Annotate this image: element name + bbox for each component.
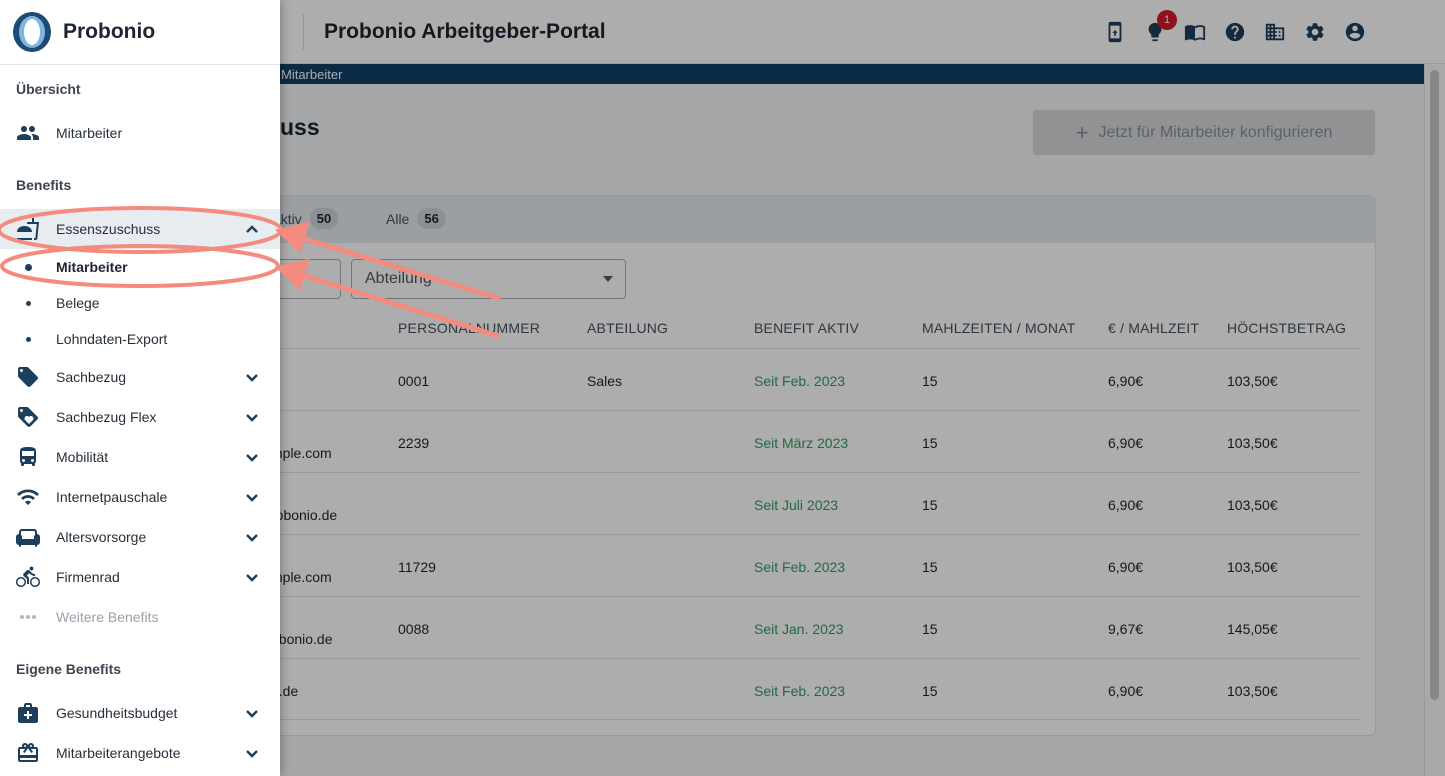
sidebar-item-essenszuschuss[interactable]: Essenszuschuss <box>0 209 280 249</box>
logo-text: Probonio <box>63 20 156 43</box>
probonio-logo <box>13 12 51 52</box>
sidebar-item-altersvorsorge[interactable]: Altersvorsorge <box>0 517 280 557</box>
section-benefits: Benefits <box>16 177 72 193</box>
chevron-up-icon[interactable] <box>242 219 262 239</box>
sidebar-item-label: Internetpauschale <box>56 489 168 505</box>
sidebar-item-sachbezug-flex[interactable]: Sachbezug Flex <box>0 397 280 437</box>
sidebar-item-label: Essenszuschuss <box>56 221 161 237</box>
chevron-down-icon[interactable] <box>242 487 262 507</box>
sidebar-subitem-lohndaten-export[interactable]: Lohndaten-Export <box>0 321 280 357</box>
bike-icon <box>16 565 40 589</box>
gift-card-icon <box>16 741 40 765</box>
sidebar-item-gesundheitsbudget[interactable]: Gesundheitsbudget <box>0 693 280 733</box>
section-overview: Übersicht <box>16 81 81 97</box>
tag-icon <box>16 365 40 389</box>
sidebar-subitem-mitarbeiter[interactable]: Mitarbeiter <box>0 249 280 285</box>
sidebar-item-label: Mitarbeiterangebote <box>56 745 181 761</box>
sidebar-header: Probonio <box>0 0 280 65</box>
sidebar-item-label: Altersvorsorge <box>56 529 147 545</box>
chevron-down-icon[interactable] <box>242 567 262 587</box>
sidebar-drawer: Probonio Übersicht Mitarbeiter Benefits … <box>0 0 280 776</box>
chevron-down-icon[interactable] <box>242 367 262 387</box>
wifi-icon <box>16 485 40 509</box>
chevron-down-icon[interactable] <box>242 703 262 723</box>
sidebar-subitem-belege[interactable]: Belege <box>0 285 280 321</box>
tag-heart-icon <box>16 405 40 429</box>
sidebar-item-firmenrad[interactable]: Firmenrad <box>0 557 280 597</box>
bullet-icon <box>26 301 31 306</box>
sidebar-item-mitarbeiter[interactable]: Mitarbeiter <box>0 113 280 153</box>
bus-icon <box>16 445 40 469</box>
sidebar-item-label: Sachbezug <box>56 369 127 385</box>
sidebar-subitem-label: Lohndaten-Export <box>56 331 168 347</box>
sidebar-item-mitarbeiterangebote[interactable]: Mitarbeiterangebote <box>0 733 280 773</box>
sidebar-item-weitere-benefits[interactable]: Weitere Benefits <box>0 597 280 637</box>
people-icon <box>16 121 40 145</box>
section-own-benefits: Eigene Benefits <box>16 661 122 677</box>
bullet-icon <box>26 337 31 342</box>
more-dots-icon <box>16 605 40 629</box>
chevron-down-icon[interactable] <box>242 743 262 763</box>
bullet-icon <box>25 264 32 271</box>
chevron-down-icon[interactable] <box>242 527 262 547</box>
sidebar-item-label: Weitere Benefits <box>56 609 159 625</box>
medical-bag-icon <box>16 701 40 725</box>
sidebar-subitem-label: Mitarbeiter <box>56 259 128 275</box>
sidebar-item-label: Mobilität <box>56 449 109 465</box>
chevron-down-icon[interactable] <box>242 407 262 427</box>
couch-icon <box>16 525 40 549</box>
sidebar-subitem-label: Belege <box>56 295 100 311</box>
sidebar-item-label: Gesundheitsbudget <box>56 705 178 721</box>
sidebar-item-label: Sachbezug Flex <box>56 409 157 425</box>
sidebar-item-label: Mitarbeiter <box>56 125 123 141</box>
sidebar-item-internetpauschale[interactable]: Internetpauschale <box>0 477 280 517</box>
sidebar-item-mobilitaet[interactable]: Mobilität <box>0 437 280 477</box>
chevron-down-icon[interactable] <box>242 447 262 467</box>
sidebar-item-label: Firmenrad <box>56 569 120 585</box>
food-icon <box>16 217 40 241</box>
sidebar-item-sachbezug[interactable]: Sachbezug <box>0 357 280 397</box>
